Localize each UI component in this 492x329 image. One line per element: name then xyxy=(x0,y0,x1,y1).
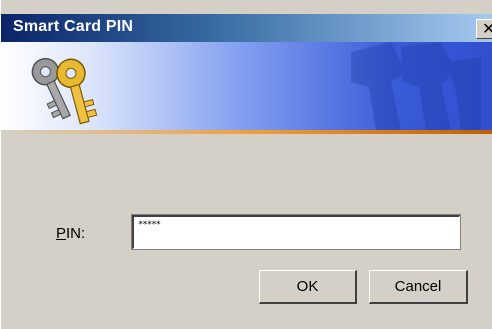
pin-label-mnemonic: P xyxy=(56,225,67,242)
smart-card-pin-dialog: Smart Card PIN ✕ PIN: ***** OK Cancel xyxy=(0,0,492,329)
ok-button[interactable]: OK xyxy=(259,270,357,304)
window-title: Smart Card PIN xyxy=(13,18,134,35)
close-icon: ✕ xyxy=(482,19,492,38)
banner-divider xyxy=(1,130,492,134)
pin-label: PIN: xyxy=(56,225,85,242)
keys-icon xyxy=(31,57,98,125)
header-banner xyxy=(1,42,492,130)
pin-label-text: IN: xyxy=(66,225,86,242)
title-bar[interactable]: Smart Card PIN ✕ xyxy=(1,14,492,42)
cancel-button[interactable]: Cancel xyxy=(369,270,468,304)
pin-input[interactable]: ***** xyxy=(131,214,461,250)
close-button[interactable]: ✕ xyxy=(476,19,492,39)
keys-watermark xyxy=(351,42,481,130)
